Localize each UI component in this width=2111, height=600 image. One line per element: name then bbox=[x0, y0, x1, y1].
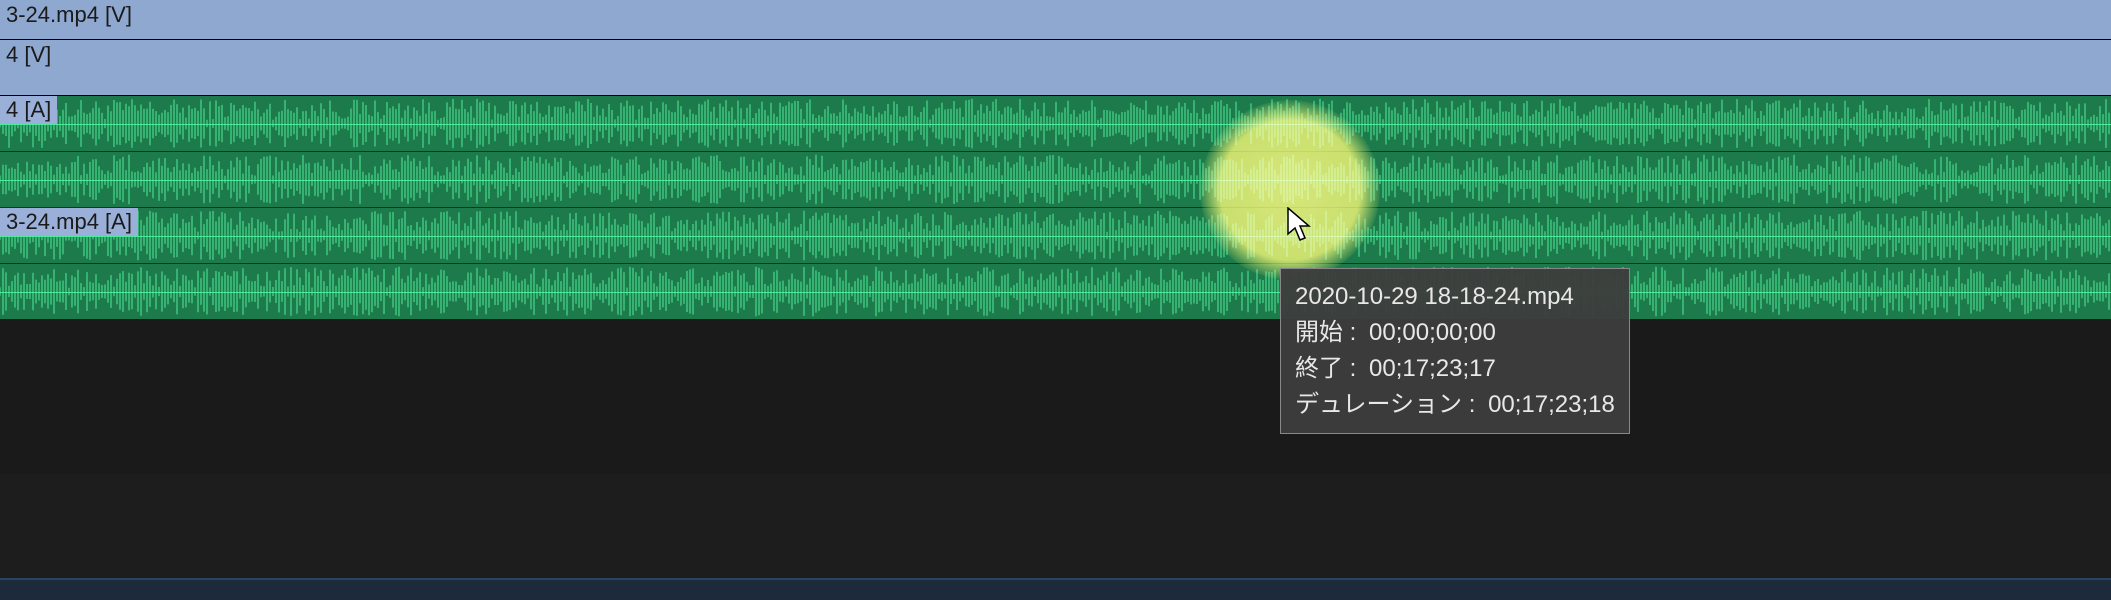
audio-track-1-R[interactable] bbox=[0, 152, 2111, 208]
audio-track-1-L[interactable] bbox=[0, 96, 2111, 152]
video-track-1[interactable]: 3-24.mp4 [V] bbox=[0, 0, 2111, 40]
waveform-2-L bbox=[0, 208, 2111, 263]
tooltip-start-label: 開始 : bbox=[1295, 319, 1356, 346]
audio-track-2-R[interactable] bbox=[0, 264, 2111, 319]
audio-clip-2-label: 3-24.mp4 [A] bbox=[0, 208, 138, 236]
timeline-empty-area[interactable] bbox=[0, 319, 2111, 474]
video-clip-2-label: 4 [V] bbox=[0, 40, 57, 70]
audio-clip-1-label: 4 [A] bbox=[0, 96, 57, 124]
tooltip-end-value: 00;17;23;17 bbox=[1369, 355, 1496, 382]
clip-tooltip: 2020-10-29 18-18-24.mp4 開始 : 00;00;00;00… bbox=[1280, 268, 1630, 434]
tooltip-end-label: 終了 : bbox=[1295, 355, 1356, 382]
waveform-2-R bbox=[0, 264, 2111, 319]
video-track-2[interactable]: 4 [V] bbox=[0, 40, 2111, 96]
audio-clip-2[interactable]: 3-24.mp4 [A] bbox=[0, 208, 2111, 319]
audio-track-2-L[interactable] bbox=[0, 208, 2111, 264]
tooltip-filename: 2020-10-29 18-18-24.mp4 bbox=[1295, 279, 1615, 315]
waveform-1-L bbox=[0, 96, 2111, 151]
video-clip-1-label: 3-24.mp4 [V] bbox=[0, 0, 138, 30]
tooltip-duration-value: 00;17;23;18 bbox=[1488, 391, 1615, 418]
timeline-scrollbar[interactable] bbox=[0, 578, 2111, 600]
tooltip-start-value: 00;00;00;00 bbox=[1369, 319, 1496, 346]
waveform-1-R bbox=[0, 152, 2111, 207]
audio-clip-1[interactable]: 4 [A] bbox=[0, 96, 2111, 208]
tooltip-duration-label: デュレーション : bbox=[1295, 391, 1475, 418]
